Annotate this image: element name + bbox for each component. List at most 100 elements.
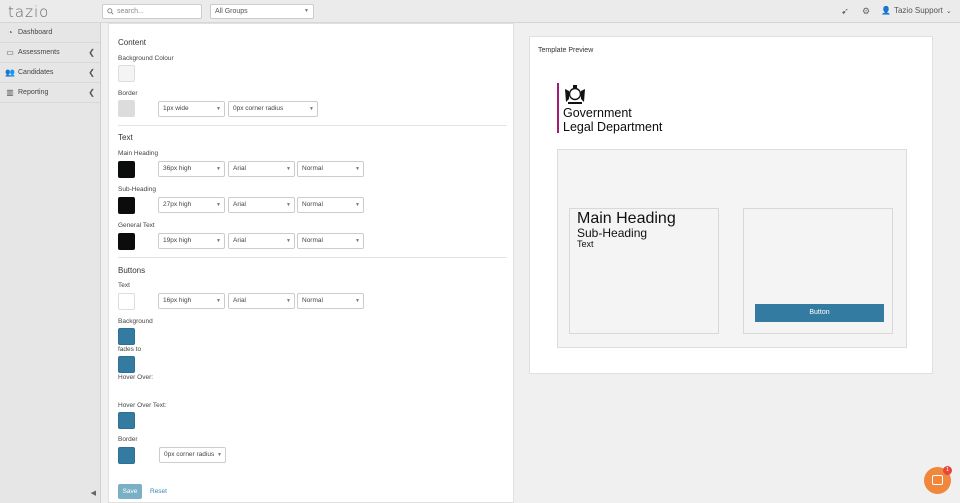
general-text-colour-swatch[interactable] [118,233,135,250]
fades-to-swatch[interactable] [118,356,135,373]
chevron-down-icon: ⌄ [945,7,952,15]
sidebar-item-assessments[interactable]: ▭ Assessments ❮ [0,43,100,63]
user-name: Tazio Support [893,6,943,15]
sub-heading-weight-select[interactable]: Normal ▼ [297,197,364,213]
button-text-label: Text [118,282,130,289]
sidebar: ◔ Dashboard ▭ Assessments ❮ 👥 Candidates… [0,23,101,503]
app-logo[interactable]: tazio [8,3,49,21]
save-button[interactable]: Save [118,484,142,499]
button-background-label: Background [118,318,153,325]
background-colour-swatch[interactable] [118,65,135,82]
bar-chart-icon: ▥ [6,88,14,97]
button-text-colour-swatch[interactable] [118,293,135,310]
users-icon: 👥 [5,68,15,77]
laptop-icon: ▭ [6,48,14,57]
caret-down-icon: ▼ [355,166,360,172]
gear-icon[interactable]: ⚙ [861,6,871,16]
reset-link[interactable]: Reset [150,484,167,499]
divider [118,257,507,258]
main-heading-weight-select[interactable]: Normal ▼ [297,161,364,177]
main-heading-font-select[interactable]: Arial ▼ [228,161,295,177]
select-value: 19px high [163,237,192,244]
select-value: Normal [302,201,323,208]
select-value: 27px high [163,201,192,208]
rocket-icon[interactable]: ➹ [840,6,850,16]
group-select-value: All Groups [215,8,248,15]
organisation-name: Government Legal Department [563,106,662,134]
hover-over-text-swatch[interactable] [118,412,135,429]
caret-down-icon: ▼ [217,452,222,458]
sub-heading-size-select[interactable]: 27px high ▼ [158,197,225,213]
top-bar: tazio search... All Groups ▼ ➹ ⚙ 👤 Tazio… [0,0,960,23]
general-text-font-select[interactable]: Arial ▼ [228,233,295,249]
fades-to-label: fades to [118,346,142,353]
chevron-left-icon: ❮ [88,88,95,97]
button-border-swatch[interactable] [118,447,135,464]
sub-heading-font-select[interactable]: Arial ▼ [228,197,295,213]
border-radius-value: 0px corner radius [233,105,284,112]
sidebar-item-label: Dashboard [18,29,53,36]
caret-down-icon: ▼ [216,202,221,208]
hover-over-swatch[interactable] [118,384,135,396]
search-placeholder: search... [117,8,144,15]
caret-down-icon: ▼ [355,202,360,208]
button-text-weight-select[interactable]: Normal ▼ [297,293,364,309]
preview-text-box: Main Heading Sub-Heading Text [569,208,719,334]
sidebar-item-dashboard[interactable]: ◔ Dashboard [0,23,100,43]
general-text-weight-select[interactable]: Normal ▼ [297,233,364,249]
search-input[interactable]: search... [102,4,202,19]
select-value: 0px corner radius [164,451,215,458]
button-text-font-select[interactable]: Arial ▼ [228,293,295,309]
template-preview-panel: Template Preview Government Legal Depart… [529,36,933,374]
border-width-value: 1px wide [163,105,189,112]
button-text-size-select[interactable]: 16px high ▼ [158,293,225,309]
select-value: Arial [233,237,247,244]
main-heading-size-select[interactable]: 36px high ▼ [158,161,225,177]
sidebar-item-reporting[interactable]: ▥ Reporting ❮ [0,83,100,103]
organisation-line-2: Legal Department [563,120,663,134]
caret-down-icon: ▼ [355,298,360,304]
select-value: Arial [233,297,247,304]
group-select[interactable]: All Groups ▼ [210,4,314,19]
caret-down-icon: ▼ [286,298,291,304]
user-menu[interactable]: 👤 Tazio Support ⌄ [881,6,952,15]
preview-canvas: Main Heading Sub-Heading Text Button [557,149,907,348]
sub-heading-colour-swatch[interactable] [118,197,135,214]
sidebar-item-label: Candidates [18,69,54,76]
chat-icon [932,475,943,485]
hover-over-text-label: Hover Over Text: [118,402,167,409]
user-icon: 👤 [881,6,891,15]
general-text-size-select[interactable]: 19px high ▼ [158,233,225,249]
organisation-line-1: Government [563,106,632,120]
button-border-label: Border [118,436,138,443]
caret-down-icon: ▼ [216,238,221,244]
select-value: Arial [233,201,247,208]
caret-down-icon: ▼ [286,238,291,244]
preview-general-text: Text [577,239,594,249]
background-colour-label: Background Colour [118,55,174,62]
section-title-buttons: Buttons [118,266,146,275]
select-value: 36px high [163,165,192,172]
sidebar-item-candidates[interactable]: 👥 Candidates ❮ [0,63,100,83]
select-value: Arial [233,165,247,172]
border-radius-select[interactable]: 0px corner radius ▼ [228,101,318,117]
sub-heading-label: Sub-Heading [118,186,156,193]
caret-down-icon: ▼ [216,298,221,304]
preview-title: Template Preview [538,47,594,54]
preview-button[interactable]: Button [755,304,884,322]
collapse-sidebar-icon[interactable]: ◀ [91,489,96,497]
caret-down-icon: ▼ [216,166,221,172]
dashboard-icon: ◔ [7,28,13,37]
hover-over-label: Hover Over: [118,374,154,381]
button-border-radius-select[interactable]: 0px corner radius ▼ [159,447,226,463]
border-label: Border [118,90,138,97]
chat-notification-badge: 1 [943,466,952,475]
royal-crest-icon [565,85,585,104]
select-value: Normal [302,297,323,304]
main-heading-colour-swatch[interactable] [118,161,135,178]
button-background-swatch[interactable] [118,328,135,345]
caret-down-icon: ▼ [286,202,291,208]
select-value: Normal [302,237,323,244]
border-colour-swatch[interactable] [118,100,135,117]
border-width-select[interactable]: 1px wide ▼ [158,101,225,117]
